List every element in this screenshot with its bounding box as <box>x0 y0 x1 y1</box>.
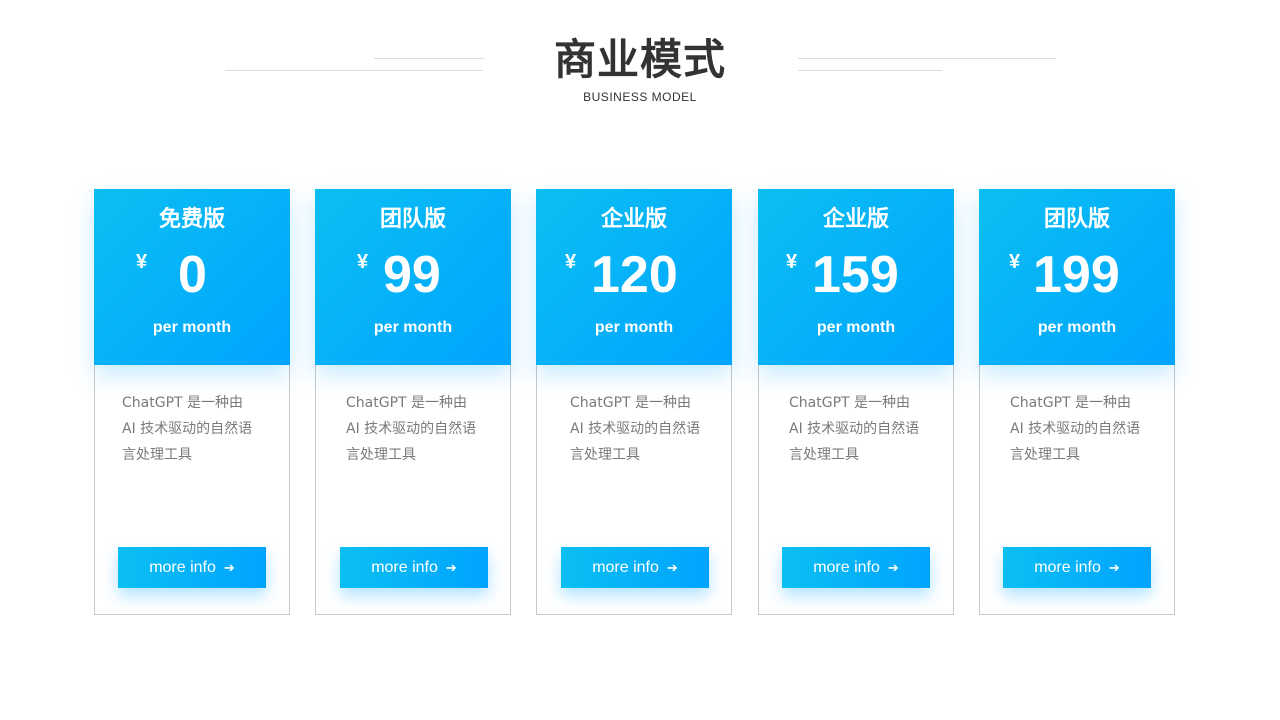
price-period: per month <box>373 319 453 336</box>
description-line: 言处理工具 <box>570 447 640 463</box>
pricing-card-header: 企业版 ¥ 159 per month <box>758 189 954 365</box>
plan-name: 企业版 <box>822 207 889 232</box>
more-info-button[interactable]: more info ➔ <box>561 547 709 588</box>
pricing-card: 团队版 ¥ 99 per month ChatGPT 是一种由 AI 技术驱动的… <box>315 189 511 615</box>
plan-name: 免费版 <box>158 207 225 232</box>
price-value: 99 <box>383 246 441 304</box>
pricing-card: 企业版 ¥ 159 per month ChatGPT 是一种由 AI 技术驱动… <box>758 189 954 615</box>
plan-name: 团队版 <box>1043 207 1110 232</box>
price-value: 0 <box>178 246 207 304</box>
description-line: AI 技术驱动的自然语 <box>570 421 701 437</box>
price-period: per month <box>594 319 674 336</box>
price-row: ¥ 99 <box>315 245 511 309</box>
more-info-label: more info <box>149 558 216 576</box>
more-info-label: more info <box>592 558 659 576</box>
arrow-right-icon: ➔ <box>445 560 457 575</box>
price-value: 120 <box>591 246 678 304</box>
price-row: ¥ 0 <box>94 245 290 309</box>
price-value: 159 <box>812 246 899 304</box>
plan-name: 团队版 <box>379 207 446 232</box>
more-info-label: more info <box>371 558 438 576</box>
description-line: AI 技术驱动的自然语 <box>1010 421 1141 437</box>
pricing-card-header: 企业版 ¥ 120 per month <box>536 189 732 365</box>
more-info-label: more info <box>813 558 880 576</box>
pricing-cards: 免费版 ¥ 0 per month ChatGPT 是一种由 AI 技术驱动的自… <box>0 0 1280 720</box>
price-row: ¥ 159 <box>758 245 954 309</box>
price-period: per month <box>816 319 896 336</box>
description-line: ChatGPT 是一种由 <box>789 395 911 411</box>
pricing-card-header: 团队版 ¥ 99 per month <box>315 189 511 365</box>
plan-name: 企业版 <box>600 207 667 232</box>
more-info-button[interactable]: more info ➔ <box>1003 547 1151 588</box>
more-info-label: more info <box>1034 558 1101 576</box>
description-line: AI 技术驱动的自然语 <box>122 421 253 437</box>
pricing-card: 团队版 ¥ 199 per month ChatGPT 是一种由 AI 技术驱动… <box>979 189 1175 615</box>
arrow-right-icon: ➔ <box>666 560 678 575</box>
price-period: per month <box>152 319 232 336</box>
more-info-button[interactable]: more info ➔ <box>118 547 266 588</box>
description-line: AI 技术驱动的自然语 <box>789 421 920 437</box>
description-line: ChatGPT 是一种由 <box>1010 395 1132 411</box>
arrow-right-icon: ➔ <box>223 560 235 575</box>
plan-description: ChatGPT 是一种由 AI 技术驱动的自然语 言处理工具 <box>346 390 496 468</box>
pricing-card-header: 免费版 ¥ 0 per month <box>94 189 290 365</box>
pricing-card-header: 团队版 ¥ 199 per month <box>979 189 1175 365</box>
price-row: ¥ 199 <box>979 245 1175 309</box>
description-line: AI 技术驱动的自然语 <box>346 421 477 437</box>
more-info-button[interactable]: more info ➔ <box>782 547 930 588</box>
price-period: per month <box>1037 319 1117 336</box>
plan-description: ChatGPT 是一种由 AI 技术驱动的自然语 言处理工具 <box>789 390 939 468</box>
plan-description: ChatGPT 是一种由 AI 技术驱动的自然语 言处理工具 <box>122 390 272 468</box>
description-line: ChatGPT 是一种由 <box>570 395 692 411</box>
price-value: 199 <box>1033 246 1120 304</box>
plan-description: ChatGPT 是一种由 AI 技术驱动的自然语 言处理工具 <box>570 390 720 468</box>
pricing-card: 免费版 ¥ 0 per month ChatGPT 是一种由 AI 技术驱动的自… <box>94 189 290 615</box>
description-line: ChatGPT 是一种由 <box>122 395 244 411</box>
currency-symbol: ¥ <box>357 251 369 273</box>
currency-symbol: ¥ <box>565 251 577 273</box>
arrow-right-icon: ➔ <box>887 560 899 575</box>
currency-symbol: ¥ <box>1009 251 1021 273</box>
description-line: 言处理工具 <box>1010 447 1080 463</box>
currency-symbol: ¥ <box>786 251 798 273</box>
description-line: 言处理工具 <box>346 447 416 463</box>
plan-description: ChatGPT 是一种由 AI 技术驱动的自然语 言处理工具 <box>1010 390 1160 468</box>
price-row: ¥ 120 <box>536 245 732 309</box>
description-line: ChatGPT 是一种由 <box>346 395 468 411</box>
more-info-button[interactable]: more info ➔ <box>340 547 488 588</box>
pricing-card: 企业版 ¥ 120 per month ChatGPT 是一种由 AI 技术驱动… <box>536 189 732 615</box>
arrow-right-icon: ➔ <box>1108 560 1120 575</box>
description-line: 言处理工具 <box>789 447 859 463</box>
description-line: 言处理工具 <box>122 447 192 463</box>
currency-symbol: ¥ <box>136 251 148 273</box>
